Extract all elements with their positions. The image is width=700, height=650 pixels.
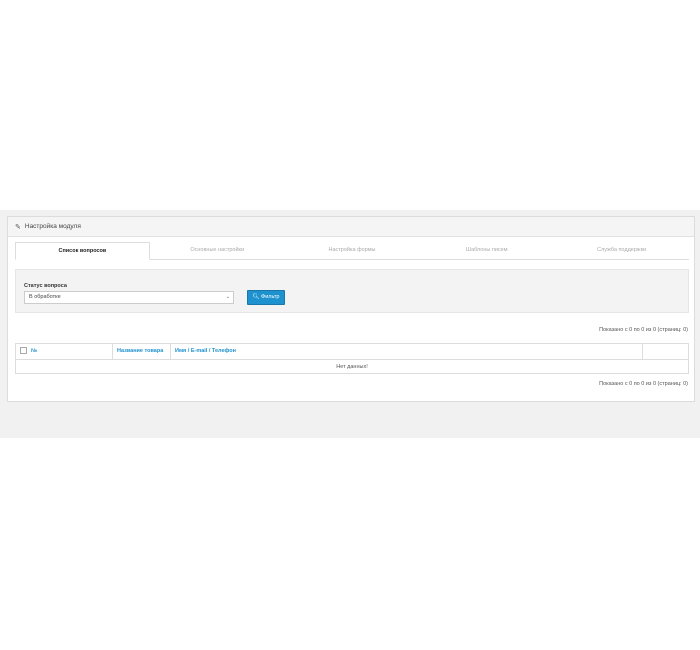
panel-title: Настройка модуля (24, 223, 81, 230)
column-number-label: № (31, 348, 38, 354)
questions-table: № Название товара Имя / E-mail / Телефон… (15, 343, 689, 374)
filter-button[interactable]: 🔍︎ Фильтр (247, 290, 285, 305)
select-all-checkbox[interactable] (20, 347, 27, 355)
column-product-name[interactable]: Название товара (113, 344, 171, 359)
panel-heading: ✎ Настройка модуля (8, 217, 694, 237)
filter-panel: Статус вопроса В обработке ⌄ 🔍︎ Фильтр (15, 269, 689, 313)
column-actions (643, 344, 688, 359)
search-icon: 🔍︎ (252, 294, 260, 300)
pagination-info-bottom: Показано с 0 по 0 из 0 (страниц: 0) (599, 381, 688, 387)
status-select-value: В обработке (29, 294, 61, 300)
table-header: № Название товара Имя / E-mail / Телефон (16, 344, 688, 360)
column-contact[interactable]: Имя / E-mail / Телефон (171, 344, 643, 359)
tab-questions-list[interactable]: Список вопросов (15, 242, 150, 260)
status-select[interactable]: В обработке ⌄ (24, 291, 234, 304)
tab-general-settings[interactable]: Основные настройки (150, 242, 285, 259)
tab-form-settings[interactable]: Настройка формы (285, 242, 420, 259)
filter-button-label: Фильтр (261, 294, 280, 300)
chevron-down-icon: ⌄ (225, 294, 230, 300)
column-number[interactable]: № (16, 344, 113, 359)
status-label: Статус вопроса (24, 283, 67, 289)
empty-row: Нет данных! (336, 364, 368, 370)
pencil-icon: ✎ (15, 223, 21, 231)
tab-support-service[interactable]: Служба поддержки (554, 242, 689, 259)
module-settings-panel: ✎ Настройка модуля Список вопросов Основ… (7, 216, 695, 402)
tab-bar: Список вопросов Основные настройки Настр… (15, 242, 689, 260)
pagination-info-top: Показано с 0 по 0 из 0 (страниц: 0) (599, 327, 688, 333)
tab-email-templates[interactable]: Шаблоны писем (419, 242, 554, 259)
